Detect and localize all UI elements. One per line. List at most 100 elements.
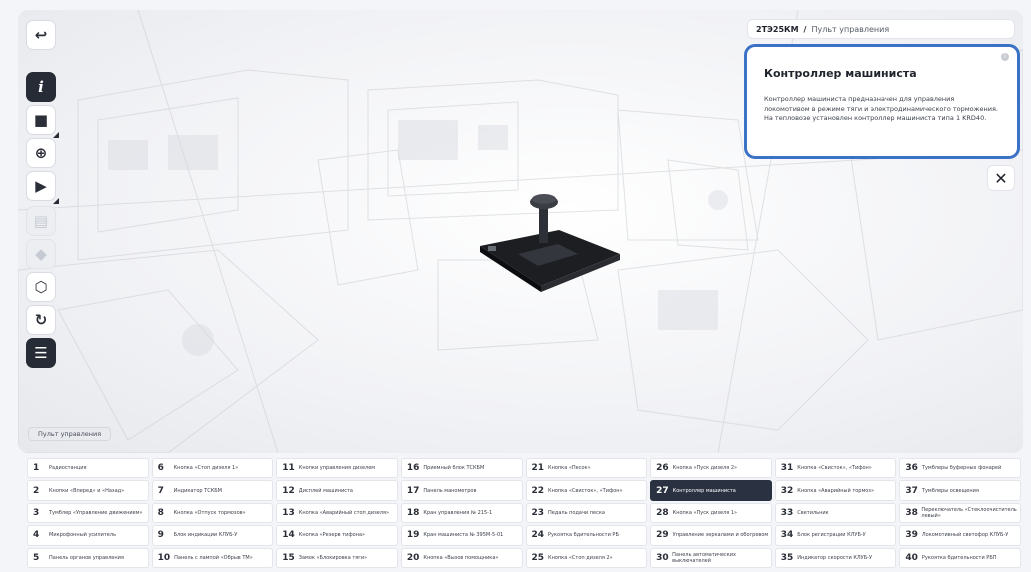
component-item[interactable]: 24 Рукоятка бдительности РБ [525, 525, 648, 546]
submenu-corner-indicator [53, 132, 59, 138]
component-item[interactable]: 7 Индикатор ТСКБМ [151, 480, 274, 501]
component-item[interactable]: 15 Замок «Блокировка тяги» [276, 547, 398, 568]
component-item[interactable]: 32 Кнопка «Аварийный тормоз» [774, 480, 897, 501]
info-button[interactable]: i [26, 72, 56, 102]
component-number: 20 [406, 552, 420, 563]
camera-icon: ▶ [35, 177, 47, 195]
component-item[interactable]: 18 Кран управления № 215-1 [400, 502, 523, 524]
component-item[interactable]: 22 Кнопка «Свисток», «Тифон» [525, 480, 648, 501]
component-number: 28 [656, 507, 669, 518]
component-item[interactable]: 25 Кнопка «Стоп дизеля 2» [525, 547, 648, 568]
component-item[interactable]: 28 Кнопка «Пуск дизеля 1» [650, 502, 772, 524]
component-item[interactable]: 30 Панель автоматических выключателей [650, 547, 772, 568]
cube-icon: ◆ [35, 245, 47, 263]
component-item[interactable]: 36 Тумблеры буферных фонарей [899, 458, 1021, 479]
component-item[interactable]: 31 Кнопка «Свисток», «Тифон» [774, 458, 897, 479]
component-number: 40 [905, 552, 918, 563]
component-item[interactable]: 12 Дисплей машиниста [276, 480, 398, 501]
component-item[interactable]: 16 Приемный блок ТСКБМ [400, 458, 523, 479]
component-label: Приемный блок ТСКБМ [423, 465, 485, 472]
component-number: 7 [157, 485, 164, 496]
component-label: Кнопка «Песок» [548, 465, 591, 472]
info-panel: i Контроллер машиниста Контроллер машини… [744, 44, 1020, 159]
component-item[interactable]: 17 Панель манометров [400, 480, 523, 501]
component-number: 33 [780, 507, 794, 518]
component-item[interactable]: 26 Кнопка «Пуск дизеля 2» [650, 458, 772, 479]
component-item[interactable]: 5 Панель органов управления [27, 547, 149, 568]
component-number: 13 [282, 507, 295, 518]
component-label: Кнопка «Вызов помощника» [423, 554, 499, 561]
component-number: 36 [905, 463, 918, 474]
component-label: Дисплей машиниста [298, 487, 353, 494]
component-label: Панель автоматических выключателей [672, 551, 737, 564]
component-label: Рукоятка бдительности РБП [921, 554, 997, 561]
info-panel-title: Контроллер машиниста [764, 67, 917, 80]
component-label: Кран машиниста № 395М-5-01 [423, 532, 504, 539]
component-label: Педаль подачи песка [548, 509, 605, 516]
component-number: 4 [33, 530, 40, 541]
component-label: Микрофонный усилитель [49, 532, 117, 539]
component-label: Переключатель «Стеклоочиститель левый» [921, 506, 1017, 519]
component-item[interactable]: 6 Кнопка «Стоп дизеля 1» [151, 458, 274, 479]
component-item[interactable]: 11 Кнопки управления дизелем [276, 458, 398, 479]
list-button[interactable]: ☰ [26, 338, 56, 368]
document-icon: ▤ [33, 212, 49, 230]
orbit-icon: ⊕ [34, 144, 48, 162]
component-label: Контроллер машиниста [672, 487, 736, 494]
component-label: Кнопка «Стоп дизеля 1» [173, 465, 239, 472]
component-label: Кран управления № 215-1 [423, 509, 493, 516]
breadcrumb-locomotive[interactable]: 2ТЭ25КМ [756, 25, 799, 34]
component-item[interactable]: 27 Контроллер машиниста [650, 480, 772, 501]
component-label: Локомотивный светофор КЛУБ-У [921, 532, 1009, 539]
component-label: Кнопки «Вперед» и «Назад» [49, 487, 125, 494]
component-item[interactable]: 20 Кнопка «Вызов помощника» [400, 547, 523, 568]
component-number: 3 [33, 507, 40, 518]
component-item[interactable]: 35 Индикатор скорости КЛУБ-У [774, 547, 897, 568]
component-item[interactable]: 33 Светильник [774, 502, 897, 524]
component-item[interactable]: 14 Кнопка «Резерв тифона» [276, 525, 398, 546]
component-item[interactable]: 29 Управление зеркалами и обогревом [650, 525, 772, 546]
settings-button[interactable]: ⬡ [26, 272, 56, 302]
component-item[interactable]: 1 Радиостанция [27, 458, 149, 479]
component-number: 12 [282, 485, 295, 496]
component-item[interactable]: 10 Панель с лампой «Обрыв ТМ» [151, 547, 274, 568]
component-item[interactable]: 21 Кнопка «Песок» [525, 458, 648, 479]
rotate-view-button[interactable]: ⊕ [26, 138, 56, 168]
close-button[interactable]: ✕ [987, 165, 1015, 191]
component-label: Кнопка «Отпуск тормозов» [173, 509, 246, 516]
component-number: 1 [33, 463, 40, 474]
component-label: Кнопка «Свисток», «Тифон» [548, 487, 623, 494]
shape-button[interactable]: ■ [26, 105, 59, 138]
camera-button[interactable]: ▶ [26, 171, 59, 204]
component-item[interactable]: 37 Тумблеры освещения [899, 480, 1021, 501]
refresh-icon: ↻ [34, 311, 48, 329]
reset-button[interactable]: ↻ [26, 305, 56, 335]
component-item[interactable]: 34 Блок регистрации КЛУБ-У [774, 525, 897, 546]
component-label: Блок регистрации КЛУБ-У [797, 532, 866, 539]
component-label: Панель с лампой «Обрыв ТМ» [174, 554, 253, 561]
component-item[interactable]: 38 Переключатель «Стеклоочиститель левый» [899, 502, 1021, 524]
back-button[interactable]: ↩ [26, 20, 56, 50]
component-label: Кнопка «Свисток», «Тифон» [797, 465, 872, 472]
breadcrumb-section: Пульт управления [811, 24, 890, 34]
component-label: Блок индикации КЛУБ-У [173, 532, 238, 539]
component-item[interactable]: 8 Кнопка «Отпуск тормозов» [151, 502, 274, 524]
component-number: 32 [780, 485, 794, 496]
info-icon: i [38, 78, 44, 96]
component-number: 27 [656, 485, 669, 496]
component-label: Кнопка «Аварийный стоп дизеля» [298, 509, 390, 516]
component-number: 16 [406, 463, 420, 474]
component-number: 2 [33, 485, 40, 496]
component-label: Управление зеркалами и обогревом [672, 532, 769, 539]
component-item[interactable]: 23 Педаль подачи песка [525, 502, 648, 524]
component-number: 21 [531, 463, 545, 474]
component-item[interactable]: 4 Микрофонный усилитель [27, 525, 149, 546]
component-item[interactable]: 9 Блок индикации КЛУБ-У [151, 525, 274, 546]
component-item[interactable]: 13 Кнопка «Аварийный стоп дизеля» [276, 502, 398, 524]
component-item[interactable]: 39 Локомотивный светофор КЛУБ-У [899, 525, 1021, 546]
component-item[interactable]: 19 Кран машиниста № 395М-5-01 [400, 525, 523, 546]
component-item[interactable]: 3 Тумблер «Управление движением» [27, 502, 149, 524]
component-item[interactable]: 40 Рукоятка бдительности РБП [899, 547, 1021, 568]
component-number: 11 [282, 463, 295, 474]
component-item[interactable]: 2 Кнопки «Вперед» и «Назад» [27, 480, 149, 501]
